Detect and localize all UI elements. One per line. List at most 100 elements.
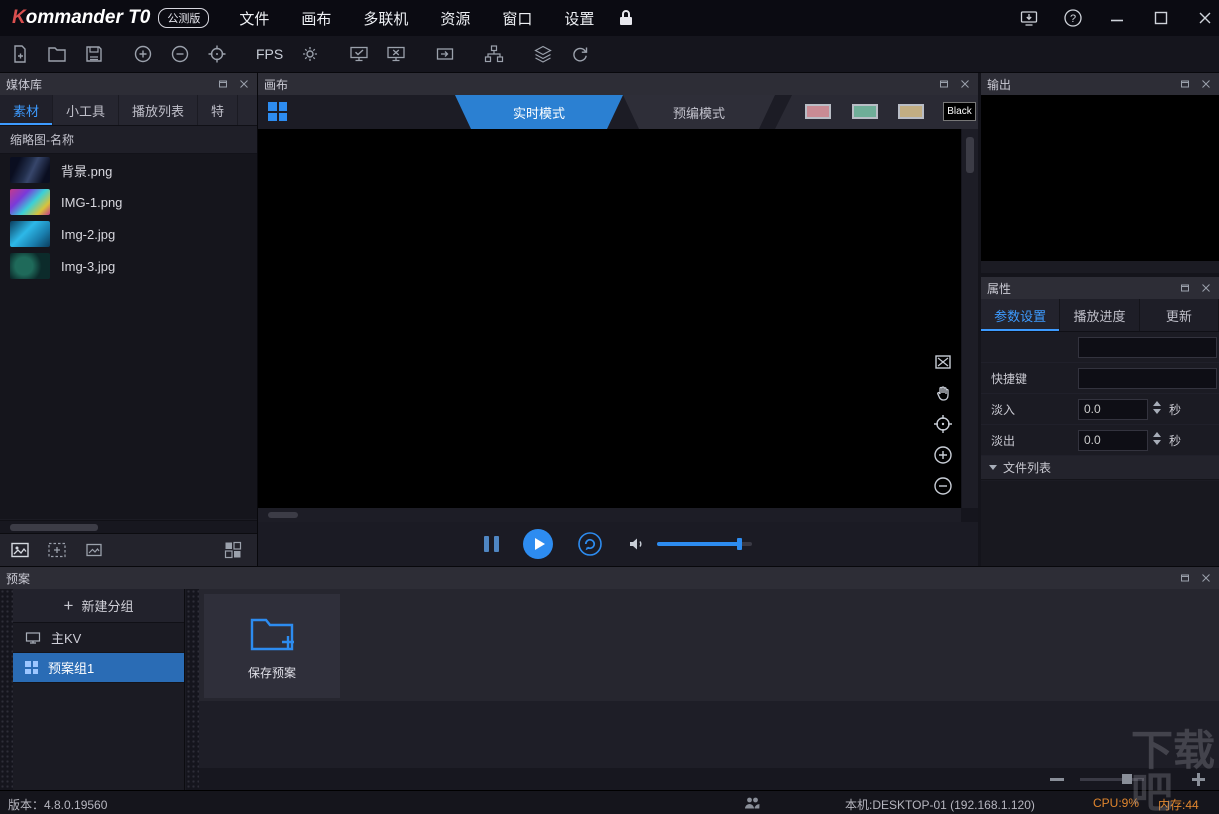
slider-handle[interactable] xyxy=(1122,773,1132,784)
close-icon[interactable] xyxy=(1199,77,1213,91)
tab-playlist[interactable]: 播放列表 xyxy=(119,95,199,125)
file-list-section[interactable]: 文件列表 xyxy=(981,456,1219,480)
lock-icon[interactable] xyxy=(616,8,636,28)
gear-icon[interactable] xyxy=(298,42,322,66)
minimize-button[interactable] xyxy=(1107,8,1127,28)
help-icon[interactable]: ? xyxy=(1063,8,1083,28)
zoom-in-icon[interactable] xyxy=(131,42,155,66)
speaker-icon[interactable] xyxy=(627,534,647,554)
volume-slider[interactable] xyxy=(657,538,752,550)
color-swatch-tan[interactable] xyxy=(898,104,924,119)
tab-material[interactable]: 素材 xyxy=(0,95,54,125)
loop-button[interactable] xyxy=(577,531,603,557)
send-to-output-icon[interactable] xyxy=(433,42,457,66)
new-project-icon[interactable] xyxy=(8,42,32,66)
stepper-down-icon[interactable] xyxy=(1153,440,1161,445)
scrollbar-thumb[interactable] xyxy=(966,137,974,173)
locate-center-icon[interactable] xyxy=(932,413,954,435)
canvas-horizontal-scrollbar[interactable] xyxy=(258,508,961,522)
tab-preedit-mode[interactable]: 预编模式 xyxy=(623,95,775,129)
media-horizontal-scrollbar[interactable] xyxy=(0,520,257,533)
black-screen-button[interactable]: Black xyxy=(943,102,976,121)
resize-grip[interactable] xyxy=(0,589,13,790)
play-button[interactable] xyxy=(523,529,553,559)
canvas-zoom-out-icon[interactable] xyxy=(932,475,954,497)
refresh-icon[interactable] xyxy=(568,42,592,66)
menu-window[interactable]: 窗口 xyxy=(502,8,532,29)
menu-multilink[interactable]: 多联机 xyxy=(363,8,408,29)
dock-pin-icon[interactable] xyxy=(216,77,230,91)
menu-canvas[interactable]: 画布 xyxy=(301,8,331,29)
presets-title: 预案 xyxy=(6,571,31,586)
canvas-zoom-in-icon[interactable] xyxy=(932,444,954,466)
preset-group-1[interactable]: 预案组1 xyxy=(13,653,184,683)
add-selection-image-icon[interactable] xyxy=(47,540,67,560)
dock-pin-icon[interactable] xyxy=(1178,281,1192,295)
close-icon[interactable] xyxy=(958,77,972,91)
dock-pin-icon[interactable] xyxy=(937,77,951,91)
zoom-out-icon[interactable] xyxy=(1050,777,1064,781)
stepper-up-icon[interactable] xyxy=(1153,432,1161,437)
menu-file[interactable]: 文件 xyxy=(239,8,269,29)
output-off-icon[interactable] xyxy=(384,42,408,66)
save-icon[interactable] xyxy=(82,42,106,66)
tab-playback-progress[interactable]: 播放进度 xyxy=(1060,299,1140,331)
maximize-button[interactable] xyxy=(1151,8,1171,28)
small-image-icon[interactable] xyxy=(84,540,104,560)
open-project-icon[interactable] xyxy=(45,42,69,66)
new-group-button[interactable]: + 新建分组 xyxy=(13,589,184,623)
media-item[interactable]: Img-3.jpg xyxy=(0,250,257,282)
color-swatch-pink[interactable] xyxy=(805,104,831,119)
thumbnail-size-slider[interactable] xyxy=(1080,773,1144,784)
menu-resources[interactable]: 资源 xyxy=(440,8,470,29)
layers-icon[interactable] xyxy=(531,42,555,66)
network-icon[interactable] xyxy=(482,42,506,66)
clear-canvas-icon[interactable] xyxy=(932,351,954,373)
hand-pan-icon[interactable] xyxy=(932,382,954,404)
tab-effects[interactable]: 特 xyxy=(198,95,239,125)
media-item[interactable]: 背景.png xyxy=(0,154,257,186)
dock-pin-icon[interactable] xyxy=(1178,77,1192,91)
close-icon[interactable] xyxy=(237,77,251,91)
pause-button[interactable] xyxy=(484,536,499,552)
resize-grip[interactable] xyxy=(186,589,199,790)
color-swatch-green[interactable] xyxy=(852,104,878,119)
transport-bar xyxy=(258,522,978,566)
thumbnail-view-icon[interactable] xyxy=(223,540,243,560)
menu-settings[interactable]: 设置 xyxy=(564,8,594,29)
name-input[interactable] xyxy=(1078,336,1217,358)
preset-group-main-kv[interactable]: 主KV xyxy=(13,623,184,653)
add-image-icon[interactable] xyxy=(10,540,30,560)
volume-handle[interactable] xyxy=(737,538,742,550)
tab-widgets[interactable]: 小工具 xyxy=(53,95,120,125)
fade-out-input[interactable] xyxy=(1078,429,1148,451)
canvas-vertical-scrollbar[interactable] xyxy=(962,129,978,508)
close-icon[interactable] xyxy=(1199,281,1213,295)
locate-icon[interactable] xyxy=(205,42,229,66)
layout-grid-icon[interactable] xyxy=(268,102,287,121)
fade-in-input[interactable] xyxy=(1078,398,1148,420)
zoom-out-icon[interactable] xyxy=(168,42,192,66)
fps-label[interactable]: FPS xyxy=(256,46,283,62)
scrollbar-thumb[interactable] xyxy=(268,512,298,518)
stepper-up-icon[interactable] xyxy=(1153,401,1161,406)
media-item[interactable]: IMG-1.png xyxy=(0,186,257,218)
tab-realtime-mode[interactable]: 实时模式 xyxy=(455,95,623,129)
output-on-icon[interactable] xyxy=(347,42,371,66)
save-preset-card[interactable]: 保存预案 xyxy=(204,594,340,698)
update-icon[interactable] xyxy=(1019,8,1039,28)
canvas-stage[interactable] xyxy=(258,129,961,508)
fade-in-stepper[interactable] xyxy=(1153,401,1161,414)
play-icon xyxy=(534,538,545,550)
stepper-down-icon[interactable] xyxy=(1153,409,1161,414)
close-button[interactable] xyxy=(1195,8,1215,28)
scrollbar-thumb[interactable] xyxy=(10,524,98,531)
tab-update[interactable]: 更新 xyxy=(1140,299,1219,331)
fade-out-stepper[interactable] xyxy=(1153,432,1161,445)
media-item[interactable]: Img-2.jpg xyxy=(0,218,257,250)
tab-parameter-settings[interactable]: 参数设置 xyxy=(981,299,1061,331)
close-icon[interactable] xyxy=(1199,571,1213,585)
dock-pin-icon[interactable] xyxy=(1178,571,1192,585)
shortcut-input[interactable] xyxy=(1078,367,1217,389)
zoom-in-icon[interactable] xyxy=(1192,772,1205,786)
